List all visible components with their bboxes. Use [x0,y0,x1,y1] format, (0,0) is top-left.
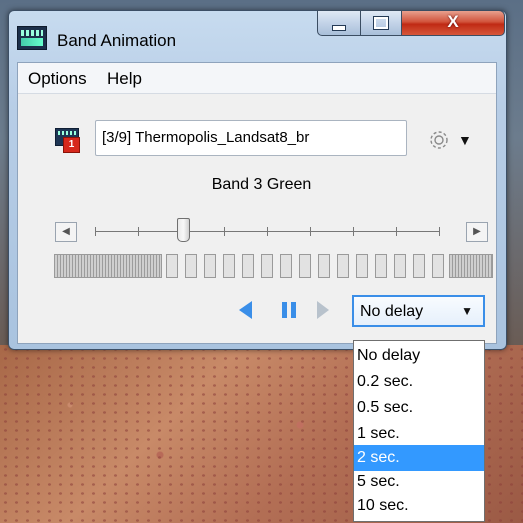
slider-tick [95,227,96,236]
frame-cell [318,254,330,278]
band-label: Band 3 Green [211,176,312,193]
step-back-icon[interactable] [237,301,253,319]
slider-step-left-button[interactable]: ◀ [55,222,77,242]
maximize-icon [373,16,389,30]
frame-cell [449,254,493,278]
frame-strip [54,254,493,278]
frame-cell [185,254,197,278]
close-button[interactable]: X [401,10,505,36]
slider-tick [396,227,397,236]
frame-cell [242,254,254,278]
maximize-button[interactable] [360,10,402,36]
band-slider-thumb[interactable] [177,218,190,242]
slider-tick [439,227,440,236]
minimize-button[interactable] [317,10,361,36]
delay-option[interactable]: No delay [354,343,484,369]
title-bar[interactable]: Band Animation X [9,10,506,61]
delay-option[interactable]: 1 sec. [354,421,484,447]
delay-option[interactable]: 5 sec. [354,469,484,495]
file-badge: 1 [63,137,80,153]
slider-tick [224,227,225,236]
frame-cell [166,254,178,278]
frame-cell [375,254,387,278]
menu-help[interactable]: Help [107,69,142,89]
chevron-down-icon: ▼ [461,304,473,318]
frame-cell [280,254,292,278]
delay-select[interactable]: No delay ▼ [352,295,485,327]
menu-bar: Options Help [18,63,496,94]
window-title: Band Animation [57,31,177,50]
step-forward-icon[interactable] [316,301,330,319]
menu-options[interactable]: Options [28,69,87,89]
frame-cell [299,254,311,278]
slider-tick [267,227,268,236]
slider-step-right-button[interactable]: ▶ [466,222,488,242]
frame-cell [413,254,425,278]
raster-file-icon: 1 [55,128,80,153]
file-selector[interactable]: [3/9] Thermopolis_Landsat8_br [95,120,407,156]
slider-tick [310,227,311,236]
frame-cell [223,254,235,278]
delay-option[interactable]: 0.2 sec. [354,369,484,395]
frame-cell [432,254,444,278]
slider-tick [138,227,139,236]
frame-cell [356,254,368,278]
settings-dropdown-arrow-icon[interactable]: ▼ [458,132,472,148]
delay-option[interactable]: 10 sec. [354,493,484,519]
slider-tick [353,227,354,236]
delay-dropdown-list: No delay 0.2 sec. 0.5 sec. 1 sec. 2 sec.… [353,340,485,522]
minimize-icon [332,25,346,31]
gear-icon[interactable] [427,128,451,152]
frame-cell [394,254,406,278]
frame-cell [337,254,349,278]
band-animation-app-icon [17,26,47,50]
frame-cell [54,254,162,278]
file-selector-value: [3/9] Thermopolis_Landsat8_br [102,129,310,146]
close-icon: X [447,12,459,31]
frame-cell [261,254,273,278]
delay-option-highlighted[interactable]: 2 sec. [354,445,484,471]
delay-option[interactable]: 0.5 sec. [354,395,484,421]
pause-icon[interactable] [280,301,298,319]
frame-cell [204,254,216,278]
delay-select-value: No delay [360,303,424,320]
